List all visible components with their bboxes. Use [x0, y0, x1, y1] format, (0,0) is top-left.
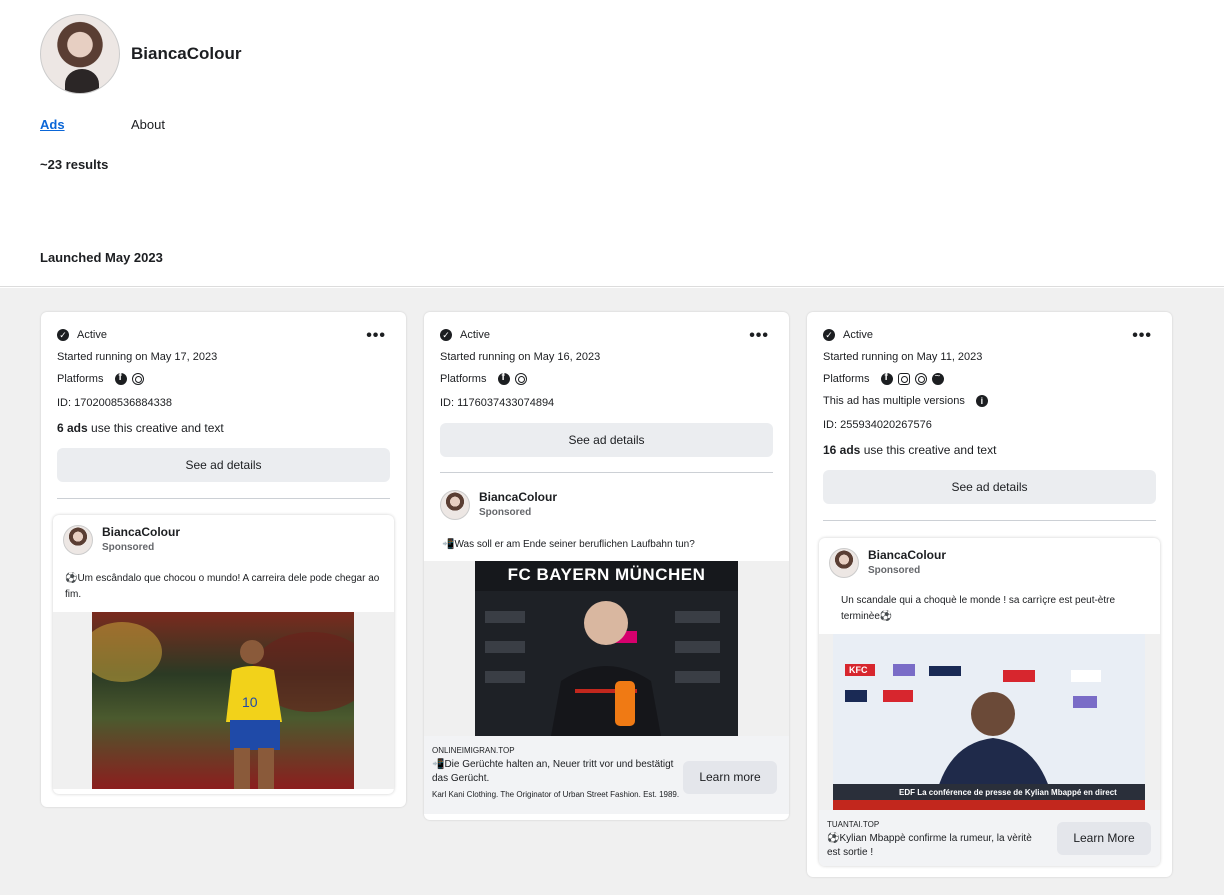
media-band: KFC EDF La conférence de presse de Kylia… — [819, 634, 1160, 810]
divider — [440, 472, 773, 473]
ad-id: ID: 1176037433074894 — [440, 397, 555, 409]
started-date: Started running on May 17, 2023 — [57, 351, 218, 363]
media-band: 10 — [53, 612, 394, 789]
instagram-icon — [897, 373, 910, 386]
started-date: Started running on May 16, 2023 — [440, 351, 601, 363]
multiple-versions-row: This ad has multiple versions i — [823, 395, 988, 407]
info-icon[interactable]: i — [975, 395, 988, 407]
ad-image: KFC EDF La conférence de presse de Kylia… — [833, 634, 1145, 810]
facebook-icon — [497, 372, 510, 386]
status-row: ✓ Active — [440, 329, 773, 341]
platforms-row: Platforms — [57, 372, 144, 386]
more-options-icon[interactable]: ••• — [366, 327, 386, 345]
platforms-row: Platforms — [440, 372, 527, 386]
check-circle-icon: ✓ — [823, 329, 835, 341]
ad-preview[interactable]: BiancaColour Sponsored Un scandale qui a… — [819, 538, 1160, 866]
ad-domain: TUANTAI.TOP — [827, 820, 880, 829]
ad-headline: ⚽Kylian Mbappè confirme la rumeur, la vè… — [827, 833, 1032, 858]
audience-network-icon — [914, 373, 927, 386]
started-date: Started running on May 11, 2023 — [823, 351, 983, 363]
ad-headline: 📲Die Gerüchte halten an, Neuer tritt vor… — [432, 759, 674, 784]
learn-more-button[interactable]: Learn More — [1057, 822, 1151, 855]
ads-count: 6 ads use this creative and text — [57, 421, 224, 435]
see-ad-details-button[interactable]: See ad details — [57, 448, 390, 482]
divider — [823, 520, 1156, 521]
press-conference-image — [475, 591, 738, 736]
status-row: ✓ Active — [823, 329, 1156, 341]
ad-body-text: Un scandale qui a choquè le monde ! sa c… — [841, 595, 1116, 622]
learn-more-button[interactable]: Learn more — [683, 761, 777, 794]
svg-text:KFC: KFC — [849, 665, 868, 675]
ad-card: ✓ Active ••• Started running on May 17, … — [41, 312, 406, 807]
status-label: Active — [460, 329, 490, 341]
section-heading: Launched May 2023 — [40, 250, 163, 265]
svg-text:10: 10 — [242, 694, 258, 710]
messenger-icon — [931, 371, 944, 386]
ad-image: FC BAYERN MÜNCHEN — [475, 561, 738, 736]
divider — [57, 498, 390, 499]
ads-count-number: 6 ads — [57, 421, 88, 435]
ad-id: ID: 255934020267576 — [823, 419, 932, 431]
facebook-icon — [880, 372, 893, 386]
press-conference-image: KFC — [833, 664, 1145, 810]
status-row: ✓ Active — [57, 329, 390, 341]
advertiser-name: BiancaColour — [102, 525, 181, 539]
check-circle-icon: ✓ — [440, 329, 452, 341]
platforms-label: Platforms — [57, 373, 104, 385]
advertiser-name: BiancaColour — [479, 490, 558, 504]
more-options-icon[interactable]: ••• — [1132, 327, 1152, 345]
football-player-image: 10 — [92, 622, 354, 789]
ad-card: ✓ Active ••• Started running on May 16, … — [424, 312, 789, 820]
advertiser-avatar — [829, 548, 859, 578]
multiple-versions-text: This ad has multiple versions — [823, 395, 965, 407]
check-circle-icon: ✓ — [57, 329, 69, 341]
ad-body-text: 📲Was soll er am Ende seiner beruflichen … — [442, 539, 695, 550]
image-banner-text: FC BAYERN MÜNCHEN — [507, 565, 706, 584]
platforms-row: Platforms — [823, 371, 944, 386]
platforms-label: Platforms — [440, 373, 487, 385]
ads-count-text: use this creative and text — [87, 421, 224, 435]
see-ad-details-button[interactable]: See ad details — [440, 423, 773, 457]
ad-description: Karl Kani Clothing. The Originator of Ur… — [432, 790, 680, 799]
ad-image: 10 — [92, 612, 354, 789]
cta-area: TUANTAI.TOP ⚽Kylian Mbappè confirme la r… — [819, 810, 1160, 866]
image-ticker-text: EDF La conférence de presse de Kylian Mb… — [899, 788, 1117, 797]
ad-domain: ONLINEIMIGRAN.TOP — [432, 746, 515, 755]
sponsored-label: Sponsored — [868, 565, 921, 576]
advertiser-name: BiancaColour — [868, 548, 947, 562]
ads-count: 16 ads use this creative and text — [823, 443, 996, 457]
ad-id: ID: 1702008536884338 — [57, 397, 172, 409]
audience-network-icon — [514, 373, 527, 386]
sponsored-label: Sponsored — [102, 542, 155, 553]
advertiser-avatar — [63, 525, 93, 555]
see-ad-details-button[interactable]: See ad details — [823, 470, 1156, 504]
media-band: FC BAYERN MÜNCHEN — [424, 561, 789, 736]
profile-name: BiancaColour — [131, 44, 242, 63]
advertiser-avatar — [440, 490, 470, 520]
cta-area: ONLINEIMIGRAN.TOP 📲Die Gerüchte halten a… — [424, 736, 789, 814]
audience-network-icon — [131, 373, 144, 386]
status-label: Active — [77, 329, 107, 341]
status-label: Active — [843, 329, 873, 341]
facebook-icon — [114, 372, 127, 386]
more-options-icon[interactable]: ••• — [749, 327, 769, 345]
ad-preview[interactable]: BiancaColour Sponsored ⚽Um escândalo que… — [53, 515, 394, 794]
ads-grid: ✓ Active ••• Started running on May 17, … — [0, 288, 1224, 895]
tab-about[interactable]: About — [131, 117, 165, 132]
ads-count-number: 16 ads — [823, 443, 861, 457]
profile-avatar — [40, 14, 120, 94]
results-count: ~23 results — [40, 157, 109, 172]
ads-count-text: use this creative and text — [860, 443, 997, 457]
tab-ads[interactable]: Ads — [40, 117, 65, 132]
ad-body-text: ⚽Um escândalo que chocou o mundo! A carr… — [65, 573, 380, 600]
platforms-label: Platforms — [823, 373, 870, 385]
sponsored-label: Sponsored — [479, 507, 532, 518]
page-header: BiancaColour Ads About ~23 results Launc… — [0, 0, 1224, 287]
ad-card: ✓ Active ••• Started running on May 11, … — [807, 312, 1172, 877]
